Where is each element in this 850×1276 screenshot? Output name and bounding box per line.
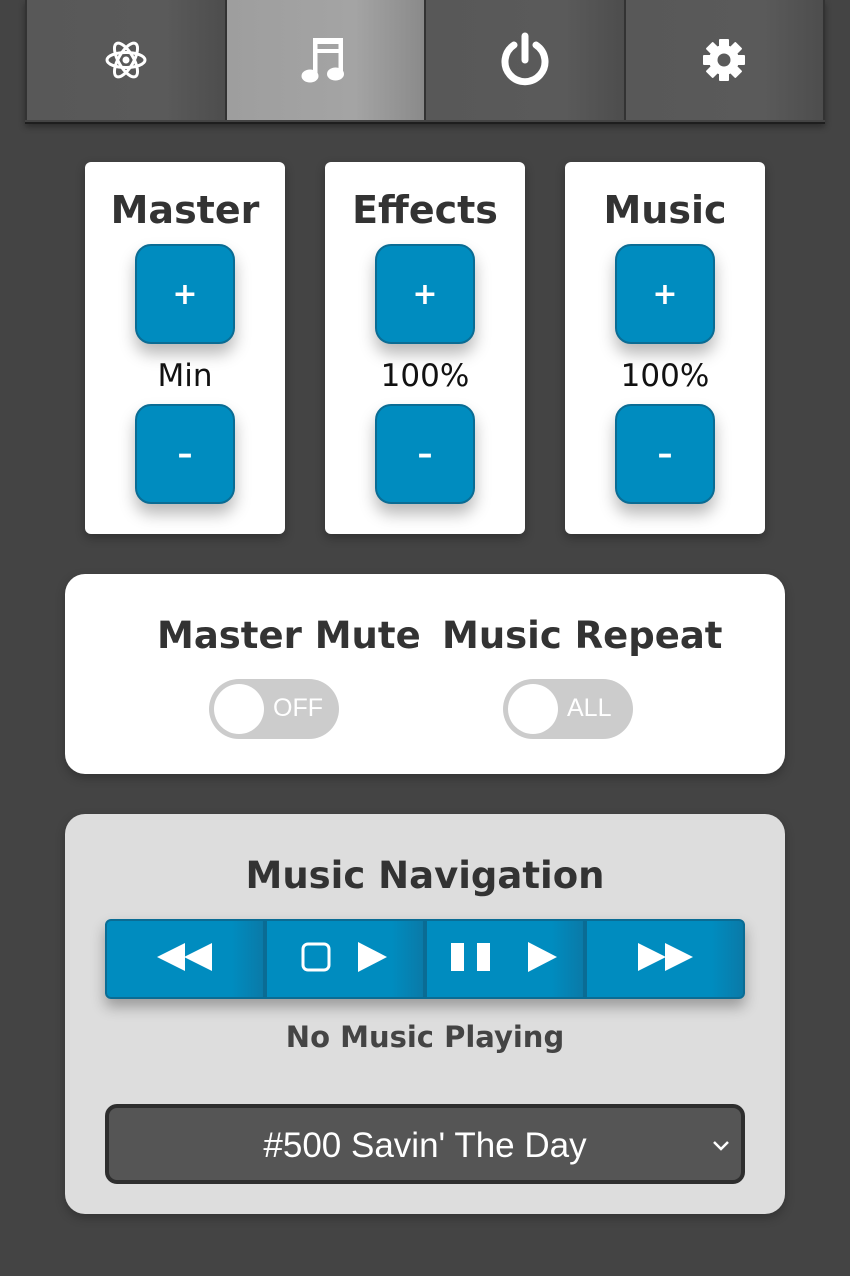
effects-volume-down-button[interactable]: –	[375, 404, 475, 504]
playback-status: No Music Playing	[285, 1020, 565, 1054]
tab-power[interactable]	[426, 0, 626, 120]
master-volume-value: Min	[157, 358, 213, 394]
music-volume-title: Music	[603, 188, 727, 232]
tab-bar	[25, 0, 825, 124]
music-volume-value: 100%	[620, 358, 710, 394]
selected-track: #500 Savin' The Day	[263, 1126, 587, 1165]
effects-volume-title: Effects	[352, 188, 498, 232]
music-navigation-card: Music Navigation No Music Playing #500 S…	[65, 814, 785, 1214]
fast-forward-button[interactable]	[585, 919, 745, 999]
master-mute-state: OFF	[273, 694, 323, 722]
atom-icon	[104, 38, 148, 82]
toggle-knob	[214, 684, 264, 734]
tab-settings[interactable]	[625, 0, 825, 120]
tab-music[interactable]	[226, 0, 426, 120]
music-navigation-buttons	[105, 919, 745, 999]
master-volume-up-button[interactable]: +	[135, 244, 235, 344]
effects-volume-up-button[interactable]: +	[375, 244, 475, 344]
rewind-button[interactable]	[105, 919, 265, 999]
pause-play-icon	[450, 941, 560, 977]
fast-forward-icon	[635, 942, 695, 976]
effects-volume-card: Effects + 100% –	[325, 162, 525, 534]
stop-play-button[interactable]	[265, 919, 425, 999]
gear-icon	[701, 37, 747, 83]
music-navigation-title: Music Navigation	[245, 854, 605, 897]
pause-play-button[interactable]	[425, 919, 585, 999]
music-repeat-group: Music Repeat	[442, 614, 723, 657]
chevron-down-icon	[711, 1138, 731, 1157]
toggle-knob	[508, 684, 558, 734]
music-repeat-toggle[interactable]: ALL	[503, 679, 633, 739]
tab-atom[interactable]	[25, 0, 227, 120]
music-volume-up-button[interactable]: +	[615, 244, 715, 344]
toggles-card: Master Mute OFF Music Repeat ALL	[65, 574, 785, 774]
power-icon	[499, 32, 551, 88]
music-volume-down-button[interactable]: –	[615, 404, 715, 504]
master-volume-title: Master	[110, 188, 260, 232]
track-select[interactable]: #500 Savin' The Day	[105, 1104, 745, 1184]
master-volume-card: Master + Min –	[85, 162, 285, 534]
music-repeat-label: Music Repeat	[442, 614, 723, 657]
master-mute-label: Master Mute	[157, 614, 421, 657]
music-note-icon	[301, 35, 349, 85]
master-mute-group: Master Mute	[157, 614, 421, 657]
stop-play-icon	[300, 941, 390, 977]
music-volume-card: Music + 100% –	[565, 162, 765, 534]
effects-volume-value: 100%	[380, 358, 470, 394]
music-repeat-state: ALL	[567, 694, 612, 722]
master-volume-down-button[interactable]: –	[135, 404, 235, 504]
master-mute-toggle[interactable]: OFF	[209, 679, 339, 739]
rewind-icon	[155, 942, 215, 976]
